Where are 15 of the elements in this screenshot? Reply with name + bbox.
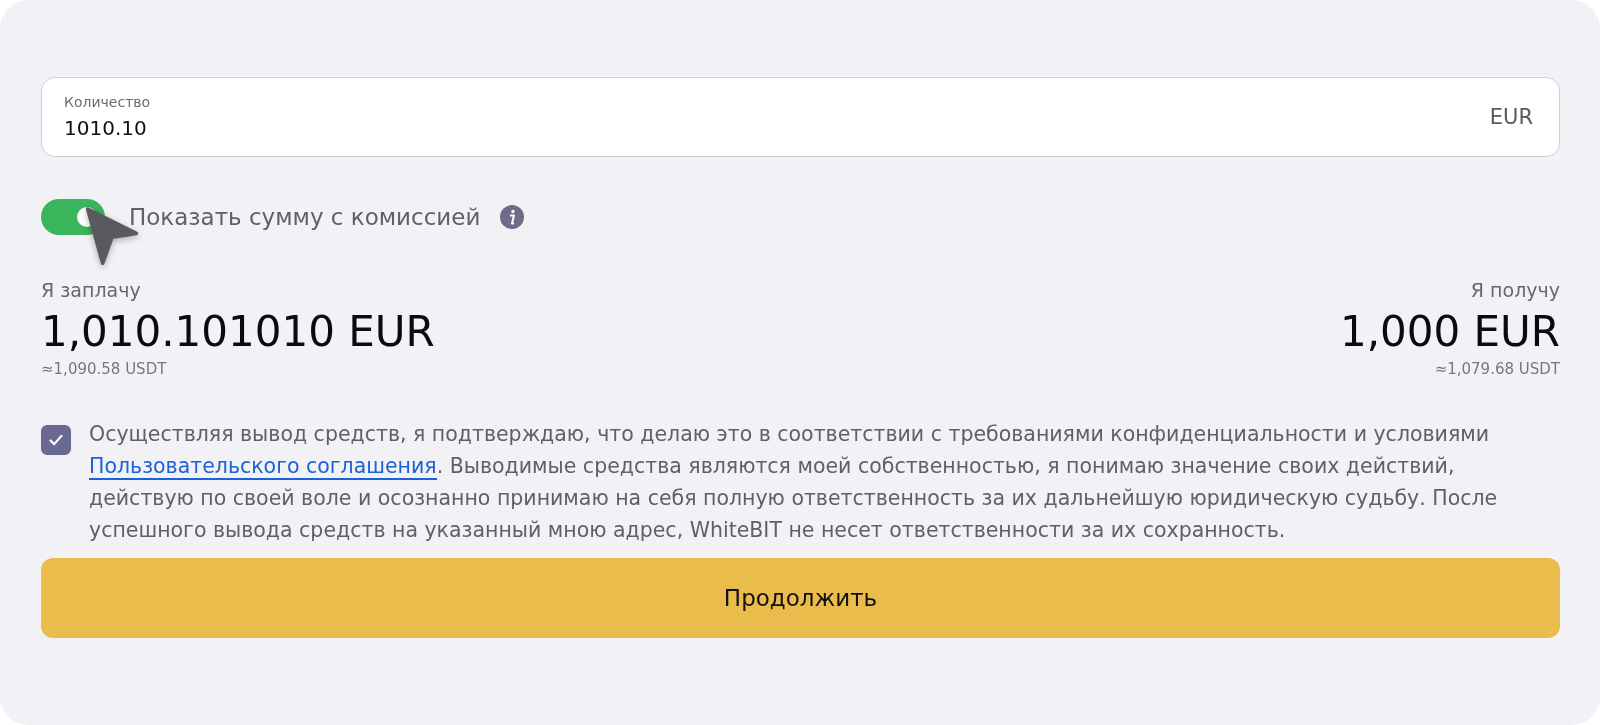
pay-amount: 1,010.101010 EUR	[41, 307, 435, 356]
agreement-link[interactable]: Пользовательского соглашения	[89, 454, 437, 480]
toggle-label: Показать сумму с комиссией	[129, 204, 481, 230]
agreement-text: Осуществляя вывод средств, я подтверждаю, что делаю это в соответствии с требованиями конфиденциальности и условиями Пользовательского соглашения. Выводимые средства являются моей собственностью, я понимаю значение своих действий, действую по своей воле и осознанно принимаю на себя полную ответственность за их дальнейшую юридическую судьбу. После успешного вывода средств на указанный мною адрес, WhiteBIT не несет ответственности за их сохранность.	[89, 421, 1499, 544]
pay-label: Я заплачу	[41, 279, 141, 301]
field-label: Количество	[64, 94, 152, 110]
pay-approx: ≈1,090.58 USDT	[41, 360, 167, 378]
receive-amount: 1,000 EUR	[1339, 307, 1560, 356]
info-icon[interactable]	[500, 205, 525, 229]
amount-input[interactable]: 1010.10	[64, 116, 664, 140]
currency-label: EUR	[1489, 105, 1533, 129]
continue-button[interactable]: Продолжить	[41, 558, 1560, 638]
checkbox[interactable]	[41, 425, 71, 455]
receive-label: Я получу	[1470, 279, 1560, 301]
receive-approx: ≈1,079.68 USDT	[1434, 360, 1560, 378]
